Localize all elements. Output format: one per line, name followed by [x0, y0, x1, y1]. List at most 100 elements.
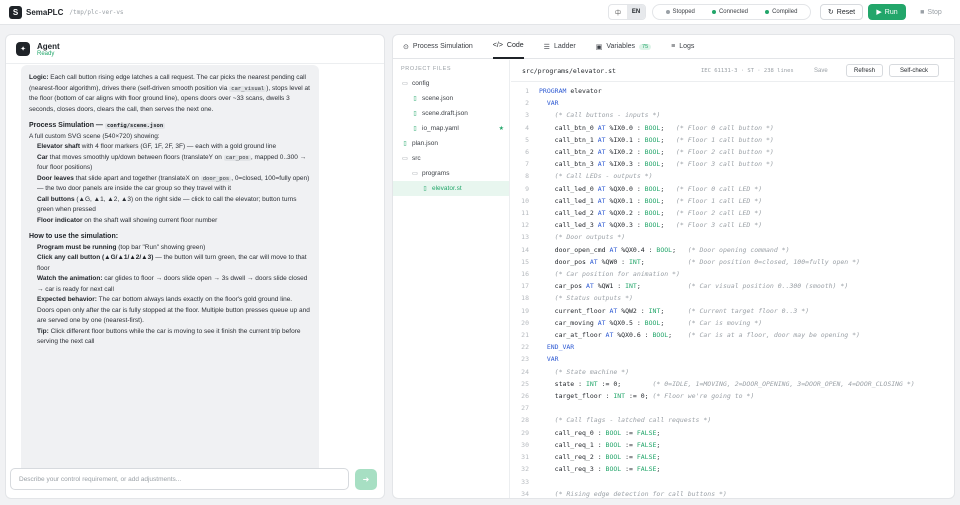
- code-line: 17 car_pos AT %QW1 : INT; (* Car visual …: [511, 280, 954, 292]
- code-line: 23 VAR: [511, 353, 954, 365]
- code-line: 20 car_moving AT %QX0.5 : BOOL; (* Car i…: [511, 317, 954, 329]
- line-number: 10: [521, 196, 529, 205]
- send-arrow-icon: ➜: [362, 475, 370, 484]
- ladder-icon: ☰: [543, 43, 550, 51]
- line-number: 4: [525, 123, 529, 132]
- tab-process-simulation[interactable]: ⊙ Process Simulation: [403, 35, 473, 59]
- sim-heading: Process Simulation — config/scene.json: [29, 122, 166, 129]
- code-line: 18 (* Status outputs *): [511, 292, 954, 304]
- tab-logs[interactable]: ≡ Logs: [671, 35, 694, 59]
- self-check-button[interactable]: Self-check: [889, 64, 939, 77]
- top-bar: S SemaPLC /tmp/plc-ver-vs 中 EN Stopped C…: [0, 0, 960, 25]
- tree-file-io-map[interactable]: ▯ io_map.yaml ★: [393, 121, 509, 136]
- line-number: 9: [525, 184, 529, 193]
- list-item: Door leaves that slide apart and togethe…: [37, 174, 310, 193]
- tab-code[interactable]: </> Code: [492, 35, 524, 59]
- line-number: 3: [525, 111, 529, 120]
- tree-file-scene-json[interactable]: ▯ scene.json: [393, 91, 509, 106]
- agent-message: Logic: Each call button rising edge latc…: [21, 65, 319, 485]
- file-icon: ▯: [413, 96, 417, 102]
- workspace-panel: ⊙ Process Simulation </> Code ☰ Ladder ▣ Var…: [392, 34, 955, 499]
- code-line: 9 call_led_0 AT %QX0.0 : BOOL; (* Floor …: [511, 183, 954, 195]
- tree-file-plan-json[interactable]: ▯ plan.json: [393, 136, 509, 151]
- list-item: Expected behavior: The car bottom always…: [37, 296, 310, 324]
- code-line: 8 (* Call LEDs - outputs *): [511, 170, 954, 182]
- sim-intro: A full custom SVG scene (540×720) showin…: [29, 132, 160, 140]
- code-line: 25 state : INT := 0; (* 0=IDLE, 1=MOVING…: [511, 378, 954, 390]
- code-line: 26 target_floor : INT := 0; (* Floor we'…: [511, 390, 954, 402]
- lang-zh-button[interactable]: 中: [609, 5, 627, 19]
- line-number: 6: [525, 148, 529, 157]
- reset-button[interactable]: ↻ Reset: [820, 4, 863, 20]
- code-line: 31 call_req_2 : BOOL := FALSE;: [511, 451, 954, 463]
- variables-count-badge: 75: [639, 43, 652, 50]
- line-number: 8: [525, 172, 529, 181]
- tree-file-elevator-st[interactable]: ▯ elevator.st: [393, 181, 509, 196]
- agent-avatar-icon: ✦: [16, 42, 30, 56]
- code-line: 32 call_req_3 : BOOL := FALSE;: [511, 463, 954, 475]
- tree-file-scene-draft[interactable]: ▯ scene.draft.json: [393, 106, 509, 121]
- line-number: 33: [521, 477, 529, 486]
- code-line: 1 PROGRAM elevator: [511, 85, 954, 97]
- tree-folder-programs[interactable]: ▭ programs: [393, 166, 509, 181]
- file-icon: ▯: [403, 141, 407, 147]
- line-number: 7: [525, 160, 529, 169]
- code-line: 10 call_led_1 AT %QX0.1 : BOOL; (* Floor…: [511, 195, 954, 207]
- status-connected: Connected: [711, 9, 748, 15]
- code-line: 22 END_VAR: [511, 341, 954, 353]
- folder-icon: ▭: [402, 81, 408, 87]
- project-file-tree: PROJECT FILES ▭ config ▯ scene.json ▯ scene…: [393, 60, 510, 498]
- status-compiled: Compiled: [765, 9, 797, 15]
- file-icon: ▯: [413, 126, 417, 132]
- agent-header: ✦ Agent Ready: [6, 35, 384, 64]
- code-line: 16 (* Car position for animation *): [511, 268, 954, 280]
- requirement-input[interactable]: Describe your control requirement, or ad…: [10, 468, 349, 490]
- tab-ladder[interactable]: ☰ Ladder: [544, 35, 576, 59]
- list-item: Watch the animation: car glides to floor…: [37, 275, 308, 293]
- tree-folder-config[interactable]: ▭ config: [393, 76, 509, 91]
- stop-button[interactable]: ■ Stop: [912, 4, 950, 20]
- code-area[interactable]: 1 PROGRAM elevator 2 VAR 3 (* Call buttons …: [511, 85, 954, 498]
- grid-icon: ⊙: [403, 43, 409, 51]
- line-number: 29: [521, 428, 529, 437]
- line-number: 1: [525, 87, 529, 95]
- tree-folder-src[interactable]: ▭ src: [393, 151, 509, 166]
- line-number: 19: [521, 306, 529, 315]
- star-icon: ★: [498, 126, 504, 132]
- logs-icon: ≡: [671, 43, 676, 50]
- code-line: 28 (* Call flags - latched call requests…: [511, 414, 954, 426]
- refresh-button[interactable]: Refresh: [846, 64, 883, 77]
- agent-panel: ✦ Agent Ready Logic: Each call button ri…: [5, 34, 385, 499]
- save-button[interactable]: Save: [814, 68, 828, 74]
- status-dot-icon: [665, 10, 670, 14]
- line-number: 13: [521, 233, 529, 242]
- line-number: 21: [521, 331, 529, 340]
- line-number: 30: [521, 440, 529, 449]
- code-line: 15 door_pos AT %QW0 : INT; (* Door posit…: [511, 256, 954, 268]
- code-line: 3 (* Call buttons - inputs *): [511, 109, 954, 121]
- list-item: Car that moves smoothly up/down between …: [37, 153, 307, 172]
- status-stopped: Stopped: [665, 9, 695, 15]
- code-line: 24 (* State machine *): [511, 366, 954, 378]
- list-item: Call buttons (▲G, ▲1, ▲2, ▲3) on the rig…: [37, 195, 297, 214]
- tab-variables[interactable]: ▣ Variables 75: [596, 35, 652, 59]
- code-line: 4 call_btn_0 AT %IX0.0 : BOOL; (* Floor …: [511, 122, 954, 134]
- play-icon: ▶: [876, 9, 882, 16]
- send-button[interactable]: ➜: [355, 469, 377, 490]
- line-number: 32: [521, 465, 529, 474]
- run-button[interactable]: ▶ Run: [868, 4, 906, 20]
- code-line: 21 car_at_floor AT %QX0.6 : BOOL; (* Car…: [511, 329, 954, 341]
- workspace-tabs: ⊙ Process Simulation </> Code ☰ Ladder ▣ Var…: [393, 35, 954, 59]
- folder-icon: ▭: [412, 171, 418, 177]
- code-line: 33: [511, 476, 954, 488]
- line-number: 27: [521, 404, 529, 413]
- line-number: 34: [521, 489, 529, 498]
- code-line: 11 call_led_2 AT %QX0.2 : BOOL; (* Floor…: [511, 207, 954, 219]
- stop-icon: ■: [920, 8, 925, 16]
- code-line: 2 VAR: [511, 97, 954, 109]
- lang-en-button[interactable]: EN: [627, 5, 645, 19]
- agent-scrollbar[interactable]: [384, 465, 385, 490]
- line-number: 23: [521, 355, 529, 364]
- language-switch[interactable]: 中 EN: [608, 4, 646, 20]
- code-line: 27: [511, 402, 954, 414]
